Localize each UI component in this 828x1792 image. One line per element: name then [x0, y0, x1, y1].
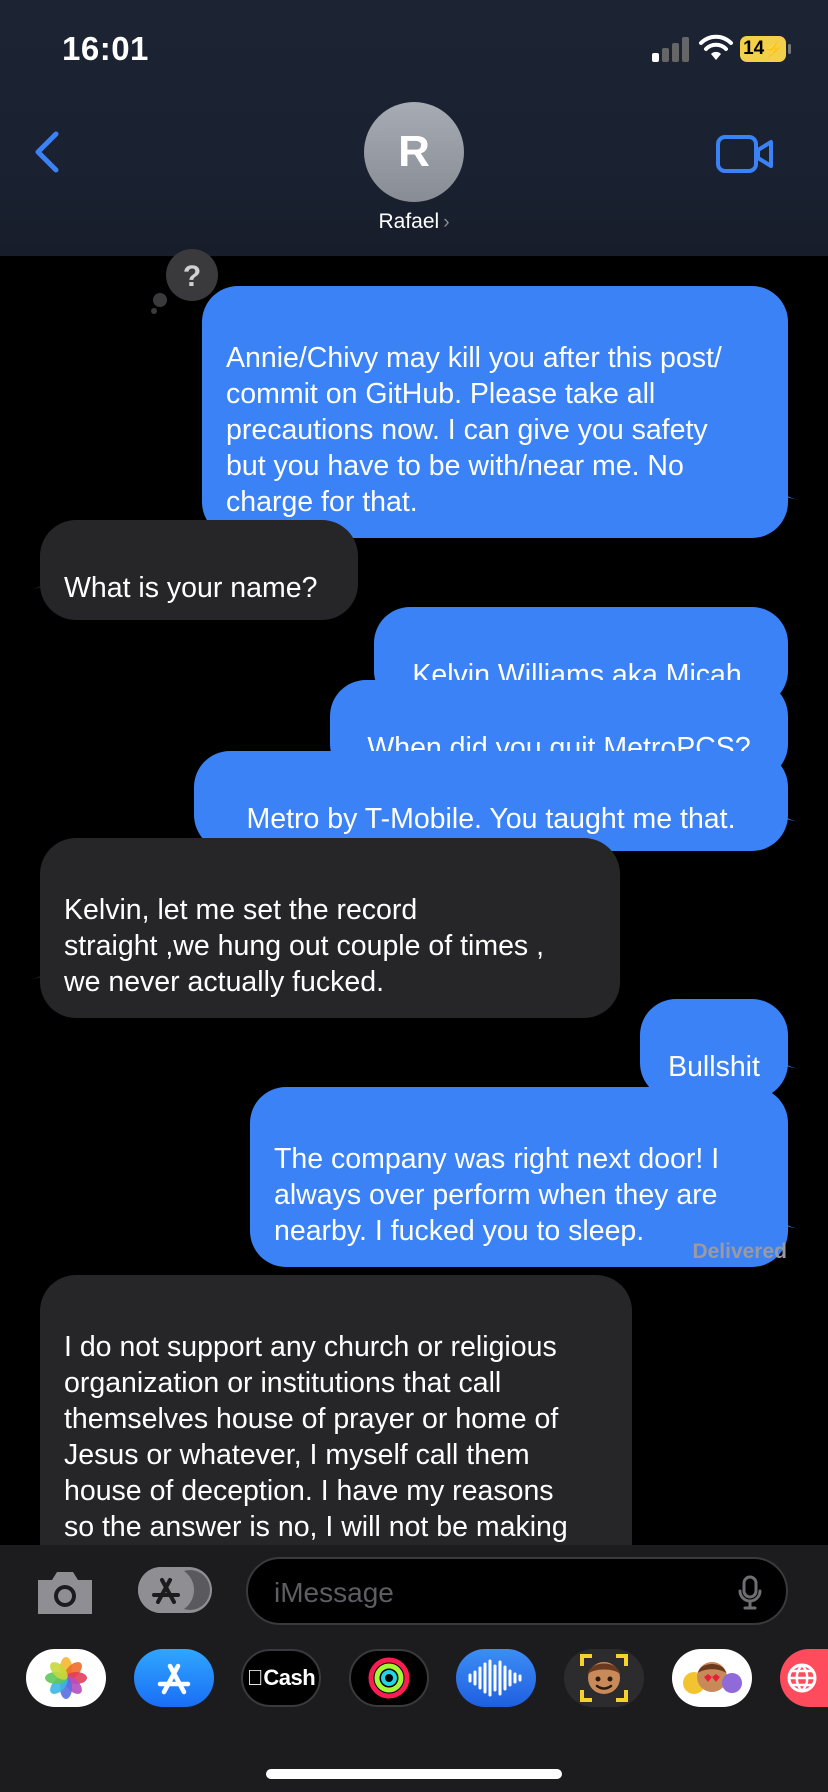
chevron-right-icon: › [443, 212, 450, 233]
compose-bar: iMessage [0, 1545, 828, 1635]
message-text: The company was right next door! I alway… [274, 1143, 720, 1247]
message-text: Metro by T-Mobile. You taught me that. [246, 803, 736, 835]
message-bubble-sent[interactable]: Bullshit [640, 999, 788, 1099]
message-bubble-sent[interactable]: Annie/Chivy may kill you after this post… [202, 286, 788, 538]
animoji-stickers-icon[interactable] [672, 1649, 752, 1707]
bubble-tail-sent [770, 472, 800, 500]
bubble-tail-received [28, 952, 58, 980]
memoji-icon[interactable] [564, 1649, 644, 1707]
bubble-tail-sent [770, 794, 800, 822]
imessage-input[interactable]: iMessage [246, 1557, 788, 1625]
conversation-header: 16:01 14 ⚡ R Rafael › [0, 0, 828, 256]
activity-icon[interactable] [349, 1649, 429, 1707]
home-indicator[interactable] [266, 1769, 562, 1779]
wifi-icon [699, 34, 733, 60]
message-text: Bullshit [668, 1051, 760, 1083]
photos-icon[interactable] [26, 1649, 106, 1707]
apple-cash-label: Cash [255, 1665, 315, 1690]
web-icon[interactable] [780, 1649, 828, 1707]
delivered-receipt: Delivered [692, 1240, 787, 1263]
microphone-icon[interactable] [738, 1575, 762, 1611]
battery-level: 14 [743, 38, 765, 59]
message-text: Annie/Chivy may kill you after this post… [226, 342, 722, 518]
message-text: Kelvin, let me set the record straight ,… [64, 894, 545, 998]
contact-name-button[interactable]: Rafael › [0, 210, 828, 234]
imessage-placeholder: iMessage [274, 1577, 394, 1608]
app-store-drawer-button[interactable] [138, 1567, 212, 1613]
message-bubble-sent[interactable]: Metro by T-Mobile. You taught me that. [194, 751, 788, 851]
bubble-tail-sent [770, 1041, 800, 1069]
svg-text:?: ? [183, 260, 201, 293]
back-chevron-icon[interactable] [28, 128, 68, 176]
contact-avatar[interactable]: R [364, 102, 464, 202]
contact-name: Rafael [378, 210, 440, 233]
imessage-app-tray: Cash [0, 1633, 828, 1792]
message-bubble-received[interactable]: I do not support any church or religious… [40, 1275, 632, 1575]
status-time: 16:01 [62, 30, 149, 67]
facetime-video-icon[interactable] [716, 134, 774, 174]
battery-icon: 14 ⚡ [740, 36, 791, 62]
audio-message-icon[interactable] [456, 1649, 536, 1707]
app-store-icon [138, 1567, 210, 1613]
cellular-signal-icon [652, 36, 690, 62]
message-text: What is your name? [64, 572, 318, 604]
camera-icon[interactable] [34, 1568, 96, 1618]
bubble-tail-sent [770, 1201, 800, 1229]
message-bubble-received[interactable]: What is your name? [40, 520, 358, 620]
message-text: I do not support any church or religious… [64, 1331, 568, 1575]
app-store-icon[interactable] [134, 1649, 214, 1707]
bubble-tail-received [28, 562, 58, 590]
apple-cash-icon[interactable]: Cash [241, 1649, 321, 1707]
avatar-initial: R [398, 127, 430, 176]
message-bubble-received[interactable]: Kelvin, let me set the record straight ,… [40, 838, 620, 1018]
